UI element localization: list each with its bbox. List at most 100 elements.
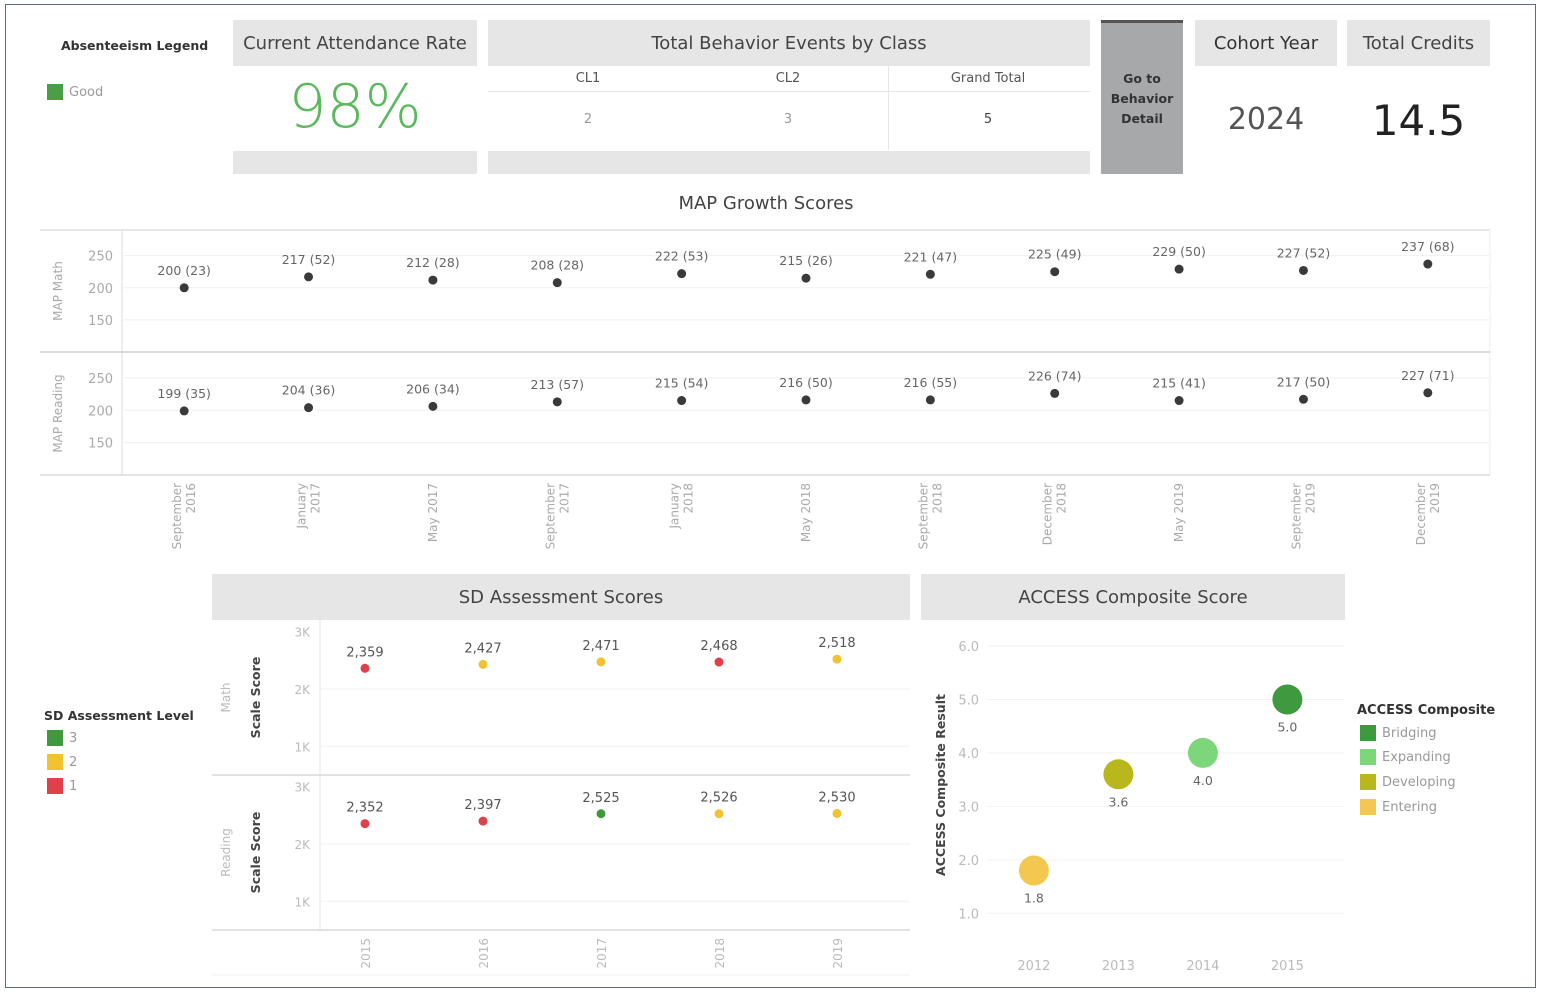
x-tick-year: 2016 — [184, 483, 198, 514]
y-axis-title: ACCESS Composite Result — [933, 694, 948, 876]
behavior-value-cl1: 2 — [583, 112, 593, 127]
data-point — [179, 283, 189, 293]
data-point — [428, 401, 438, 411]
x-tick-label: 2015 — [359, 938, 373, 969]
panel-label: MAP Math — [51, 261, 65, 321]
data-point — [1050, 388, 1060, 398]
sd-chart-title: SD Assessment Scores — [212, 574, 910, 620]
x-tick-month: January — [295, 483, 309, 530]
data-label: 212 (28) — [406, 255, 460, 270]
y-axis-title: Scale Score — [248, 657, 263, 739]
y-tick-label: 250 — [88, 250, 113, 265]
panel-label: Reading — [219, 828, 233, 877]
access-legend-item-expanding[interactable]: Expanding — [1360, 749, 1451, 765]
data-label: 5.0 — [1277, 719, 1297, 734]
data-point — [1423, 259, 1433, 269]
data-point — [714, 809, 724, 819]
data-label: 2,518 — [818, 636, 855, 651]
access-legend-item-bridging[interactable]: Bridging — [1360, 725, 1436, 741]
x-tick-label: 2017 — [595, 938, 609, 969]
data-label: 225 (49) — [1028, 247, 1082, 262]
x-tick-year: 2019 — [1428, 483, 1442, 514]
y-tick-label: 150 — [88, 314, 113, 329]
data-point — [1103, 759, 1134, 790]
data-label: 2,352 — [346, 801, 383, 816]
behavior-col-cl1: CL1 — [575, 71, 601, 86]
button-label-line-2: Behavior — [1110, 90, 1174, 106]
y-tick-label: 3K — [294, 625, 311, 639]
access-legend-item-entering[interactable]: Entering — [1360, 799, 1437, 815]
access-legend-title: ACCESS Composite — [1357, 703, 1496, 718]
y-axis-title: Scale Score — [248, 812, 263, 894]
panel-label: Math — [219, 682, 233, 712]
data-point — [925, 269, 935, 279]
y-tick-label: 2.0 — [958, 854, 979, 869]
data-point — [801, 395, 811, 405]
data-label: 215 (41) — [1152, 376, 1206, 391]
x-tick-month: September — [170, 483, 184, 549]
go-to-behavior-detail-button[interactable]: Go to Behavior Detail — [1101, 20, 1183, 174]
x-tick-label: September 2018 — [916, 483, 944, 549]
data-label: 206 (34) — [406, 381, 460, 396]
data-point — [304, 403, 314, 413]
data-label: 2,526 — [700, 791, 737, 806]
sd-legend-item-3[interactable]: 3 — [47, 730, 77, 746]
data-label: 199 (35) — [157, 386, 211, 401]
data-point — [832, 808, 842, 818]
x-tick-label: 2014 — [1186, 959, 1219, 974]
behavior-col-grand-total: Grand Total — [950, 71, 1026, 86]
y-tick-label: 1.0 — [958, 907, 979, 922]
sd-legend-item-2[interactable]: 2 — [47, 754, 77, 770]
button-label-line-1: Go to — [1123, 70, 1161, 86]
panel-label: MAP Reading — [51, 374, 65, 452]
x-tick-label: December 2018 — [1041, 483, 1069, 545]
y-tick-label: 200 — [88, 404, 113, 419]
data-label: 204 (36) — [282, 383, 336, 398]
x-tick-label: September 2016 — [170, 483, 198, 549]
legend-swatch-good — [47, 84, 63, 100]
attendance-header: Current Attendance Rate — [233, 20, 477, 66]
data-label: 215 (54) — [655, 376, 709, 391]
data-label: 2,397 — [464, 798, 501, 813]
data-point — [677, 396, 687, 406]
x-tick-month: January — [668, 483, 682, 530]
legend-swatch-2 — [47, 754, 63, 770]
data-label: 226 (74) — [1028, 368, 1082, 383]
x-tick-label: January 2017 — [295, 483, 323, 530]
y-tick-label: 1K — [294, 740, 311, 754]
behavior-value-grand-total: 5 — [983, 112, 993, 127]
data-point — [304, 272, 314, 282]
data-point — [179, 406, 189, 416]
data-label: 2,359 — [346, 645, 383, 660]
data-label: 2,530 — [818, 790, 855, 805]
access-legend-item-developing[interactable]: Developing — [1360, 774, 1456, 790]
data-label: 2,427 — [464, 641, 501, 656]
x-tick-text: May 2018 — [799, 483, 813, 542]
data-point — [1298, 394, 1308, 404]
sd-assessment-chart: 3K 2K 1K Math Scale Score 2,359 2,427 2,471 2,46… — [212, 620, 910, 976]
data-point — [478, 659, 488, 669]
data-point — [360, 663, 370, 673]
data-point — [360, 819, 370, 829]
x-tick-label: 2016 — [477, 938, 491, 969]
data-label: 216 (50) — [779, 375, 833, 390]
x-tick-text: May 2019 — [1172, 483, 1186, 542]
sd-legend-title: SD Assessment Level — [44, 708, 194, 723]
behavior-value-cl2: 3 — [783, 112, 793, 127]
x-tick-label: December 2019 — [1414, 483, 1442, 545]
y-tick-label: 4.0 — [958, 747, 979, 762]
y-tick-label: 1K — [294, 895, 311, 909]
data-point — [596, 657, 606, 667]
legend-swatch-1 — [47, 778, 63, 794]
sd-legend-item-1[interactable]: 1 — [47, 778, 77, 794]
data-point — [1174, 396, 1184, 406]
legend-label-bridging: Bridging — [1382, 725, 1437, 741]
absenteeism-legend-item-good[interactable]: Good — [47, 84, 103, 100]
data-label: 227 (71) — [1401, 368, 1455, 383]
map-chart-title: MAP Growth Scores — [678, 193, 854, 214]
legend-swatch-bridging — [1360, 725, 1376, 741]
map-growth-chart: 250 200 150 MAP Math 200 (23) 217 (52) 212 (28… — [40, 229, 1491, 549]
x-tick-label: May 2018 — [799, 483, 813, 542]
legend-label-expanding: Expanding — [1382, 749, 1451, 765]
data-label: 216 (55) — [904, 375, 958, 390]
